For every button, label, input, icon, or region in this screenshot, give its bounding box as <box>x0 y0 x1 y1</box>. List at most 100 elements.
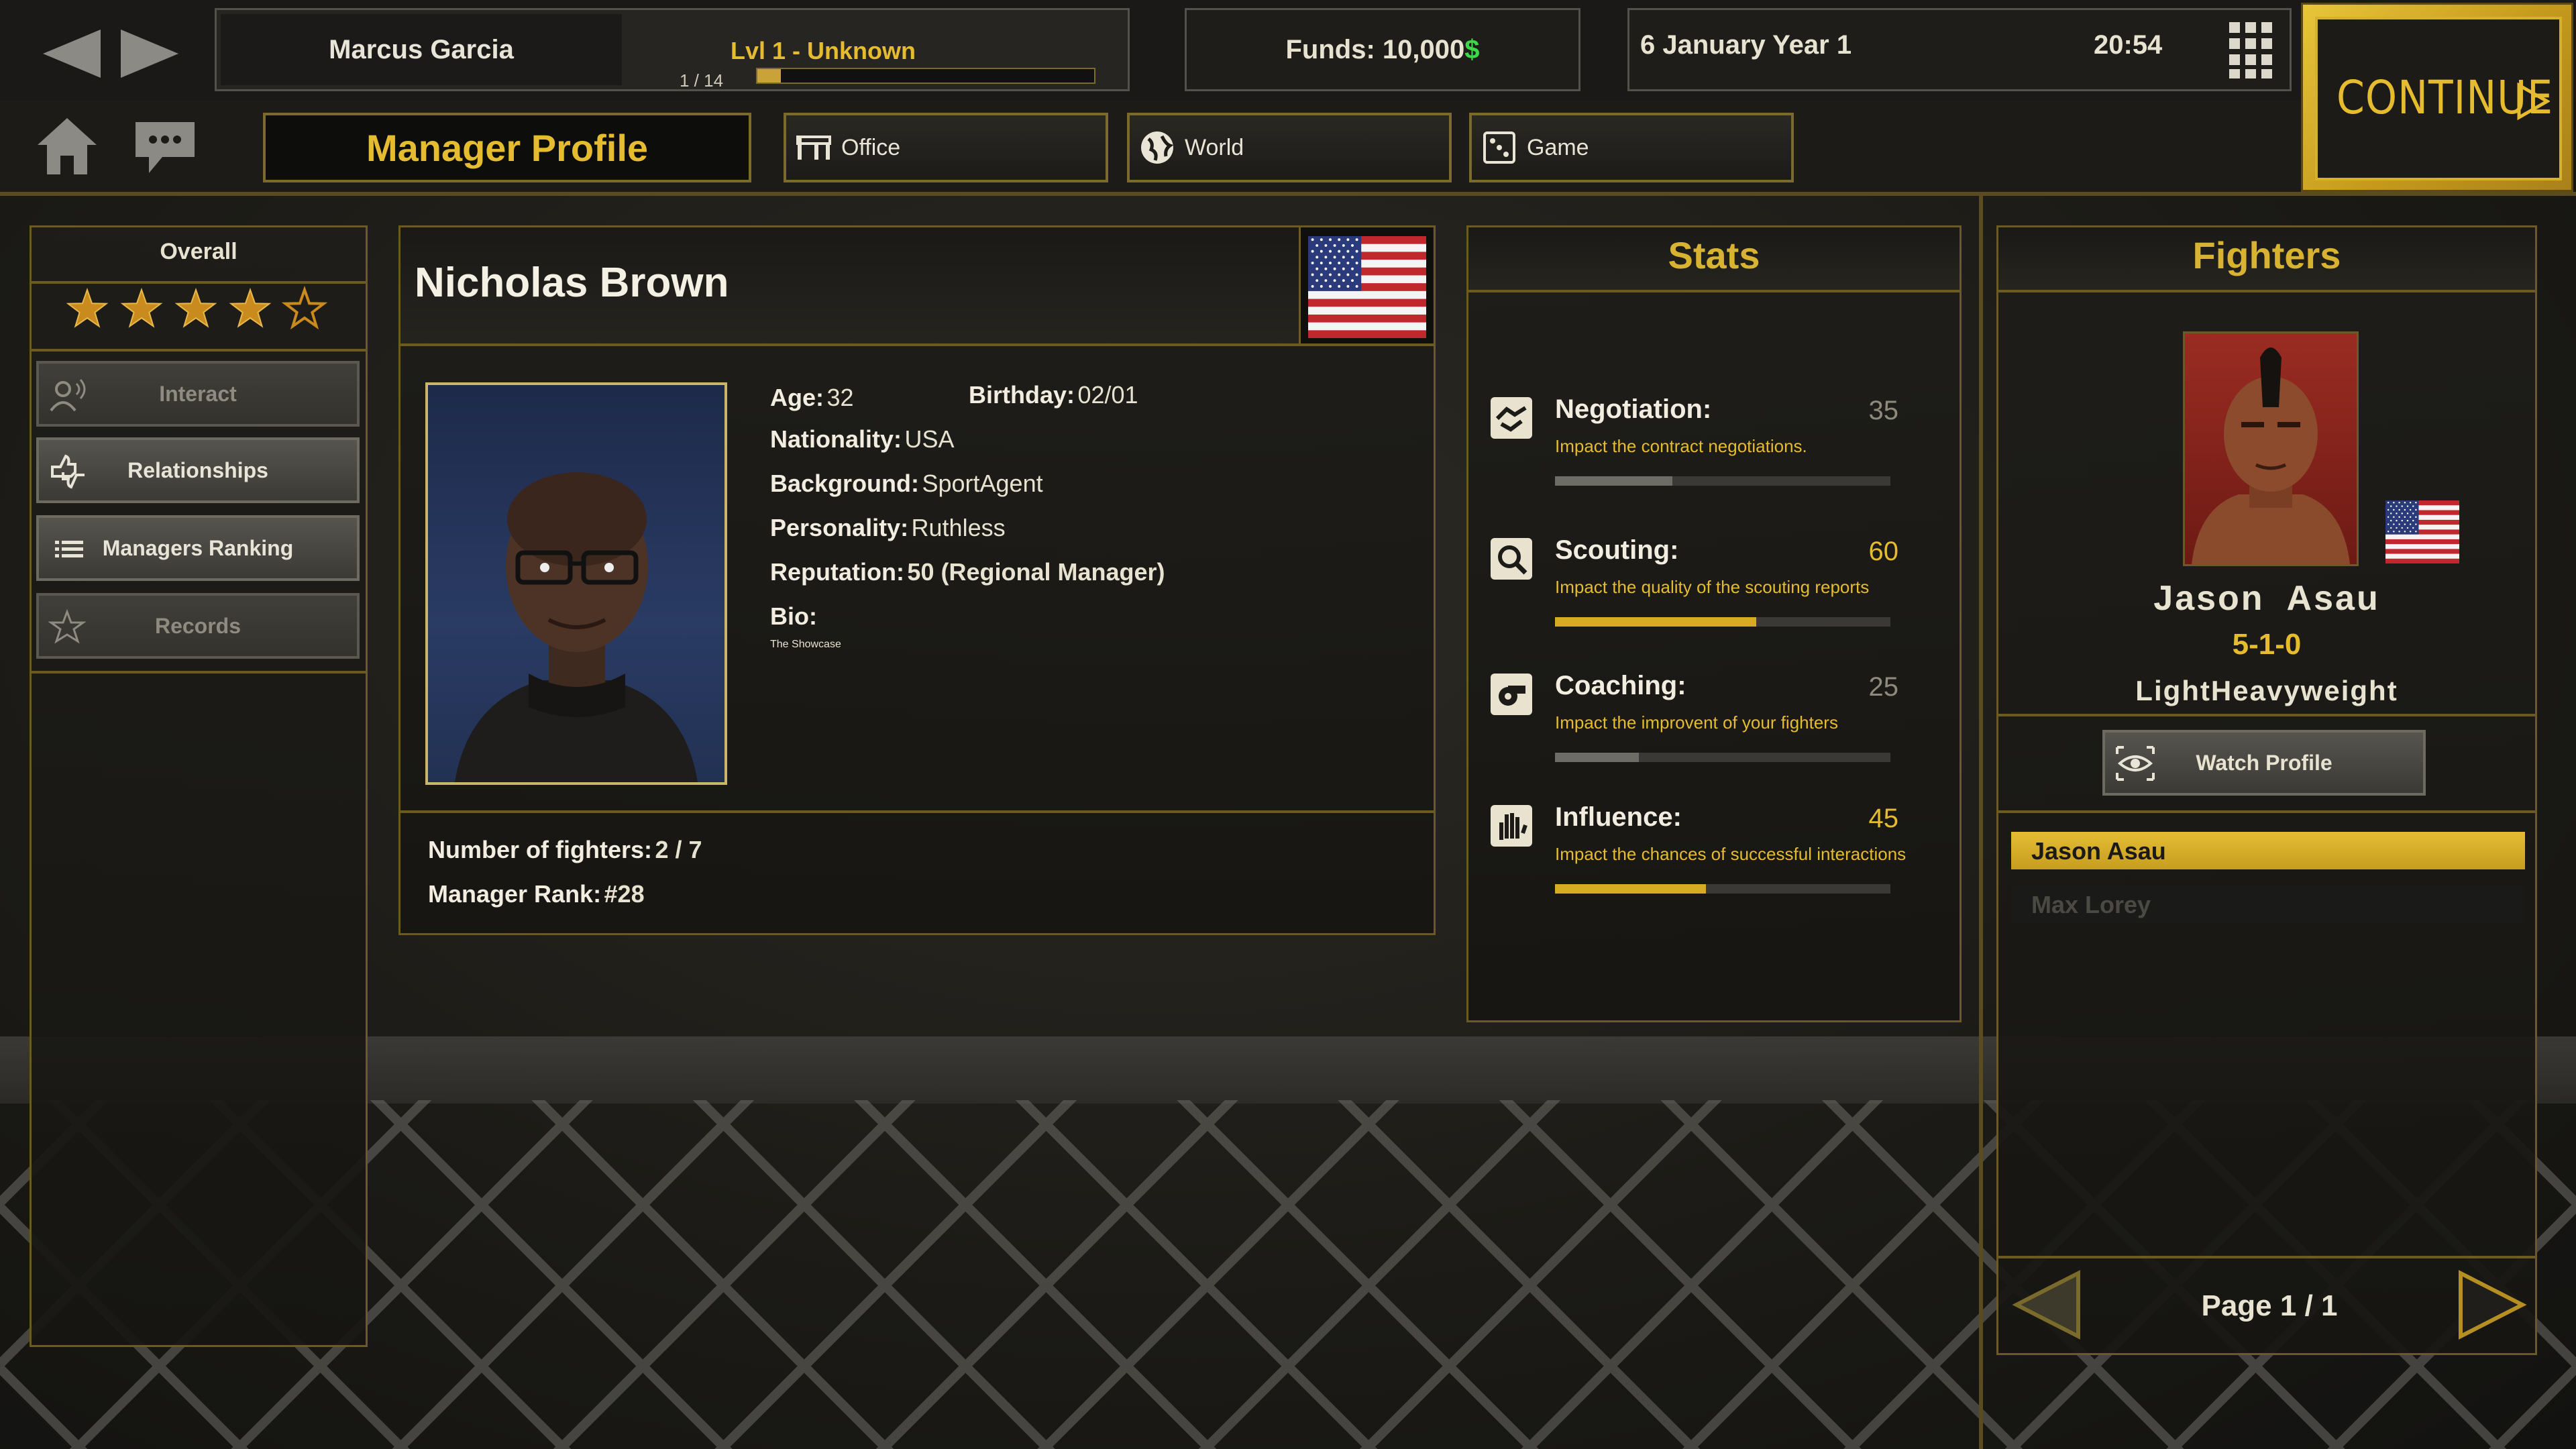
funds-label: Funds: 10,000 <box>1285 34 1465 64</box>
manager-rank-row: Manager Rank: #28 <box>428 880 645 908</box>
stat-description: Impact the improvent of your fighters <box>1555 712 1838 733</box>
watch-profile-button[interactable]: Watch Profile <box>2102 730 2426 796</box>
prev-page-button[interactable] <box>2011 1269 2085 1342</box>
fighter-portrait <box>2183 331 2359 566</box>
star-filled-icon <box>66 287 109 328</box>
manager-portrait <box>425 382 727 785</box>
play-icon <box>2517 83 2550 120</box>
sidebar-item-managers-ranking[interactable]: Managers Ranking <box>36 515 360 581</box>
stat-value: 35 <box>1868 396 1899 425</box>
triangle-right-icon <box>2459 1270 2527 1340</box>
reputation-row: Reputation: 50 (Regional Manager) <box>770 558 1165 586</box>
reputation-value: 50 (Regional Manager) <box>907 558 1165 586</box>
sidebar-item-label: Interact <box>159 381 237 406</box>
manager-header: Marcus Garcia Lvl 1 - Unknown 1 / 14 <box>215 8 1130 91</box>
star-outline-icon <box>48 608 87 644</box>
personality-row: Personality: Ruthless <box>770 514 1006 542</box>
fighter-list-item[interactable]: Max Lorey <box>2011 885 2525 923</box>
stat-description: Impact the contract negotiations. <box>1555 436 1807 456</box>
forward-arrow-button[interactable] <box>121 27 181 80</box>
calendar-grid-button[interactable] <box>2228 21 2276 81</box>
tab-game[interactable]: Game <box>1469 113 1794 182</box>
tab-world[interactable]: World <box>1127 113 1452 182</box>
date-label: 6 January Year 1 <box>1640 30 1852 60</box>
birthday-label: Birthday: <box>969 381 1075 409</box>
arrow-left-icon <box>43 30 101 78</box>
fighters-count-label: Number of fighters: <box>428 836 653 863</box>
fighter-manager-name: Nicholas Brown <box>415 260 729 306</box>
tab-office[interactable]: Office <box>784 113 1108 182</box>
birthday-value: 02/01 <box>1077 381 1138 409</box>
fighter-first-name: Jason <box>2153 579 2265 618</box>
chat-button[interactable] <box>131 115 199 180</box>
level-label: Lvl 1 - Unknown <box>730 37 916 64</box>
continue-button[interactable]: CONTINUE <box>2301 3 2573 192</box>
triangle-left-icon <box>2012 1270 2080 1340</box>
speaking-person-icon <box>50 379 86 412</box>
eye-icon <box>2116 746 2155 781</box>
personality-value: Ruthless <box>911 514 1006 541</box>
birthday-row: Birthday: 02/01 <box>969 381 1138 409</box>
fighters-count-value: 2 / 7 <box>655 836 702 863</box>
tab-game-label: Game <box>1527 134 1589 160</box>
stat-bar <box>1555 884 1890 894</box>
next-page-button[interactable] <box>2454 1269 2528 1342</box>
handshake-icon <box>1491 397 1532 439</box>
fighter-avatar-image <box>2192 347 2350 564</box>
manager-avatar-image <box>455 472 698 782</box>
rating-stars <box>64 285 333 333</box>
sidebar-item-label: Relationships <box>127 458 268 482</box>
background-value: SportAgent <box>922 470 1043 497</box>
fighter-name: Jason Asau <box>1996 578 2537 619</box>
star-filled-icon <box>120 287 163 328</box>
stat-value: 25 <box>1868 672 1899 702</box>
manager-rank-label: Manager Rank: <box>428 880 602 908</box>
fighter-list-item-selected[interactable]: Jason Asau <box>2011 832 2525 869</box>
stats-title: Stats <box>1668 234 1760 276</box>
funds-box: Funds: 10,000 $ <box>1185 8 1580 91</box>
office-icon <box>796 129 832 166</box>
sidebar-item-label: Managers Ranking <box>102 535 294 560</box>
sidebar-item-interact[interactable]: Interact <box>36 361 360 427</box>
xp-bar <box>756 68 1095 84</box>
sidebar-item-records[interactable]: Records <box>36 593 360 659</box>
star-filled-icon <box>229 287 272 328</box>
nav-divider <box>0 192 2576 196</box>
bio-label: Bio: <box>770 602 817 630</box>
fighters-count-row: Number of fighters: 2 / 7 <box>428 836 702 864</box>
usa-flag-icon <box>2385 500 2459 564</box>
manager-rank-value: #28 <box>604 880 645 908</box>
usa-flag-icon <box>1308 236 1426 338</box>
fighter-last-name: Asau <box>2286 579 2380 618</box>
xp-bar-fill <box>757 69 782 83</box>
star-rating-icons <box>66 285 328 330</box>
background-row: Background: SportAgent <box>770 470 1043 498</box>
fighter-weight-class: LightHeavyweight <box>2135 675 2398 706</box>
magnifier-icon <box>1491 538 1532 580</box>
stat-bar <box>1555 753 1890 762</box>
reputation-label: Reputation: <box>770 558 904 586</box>
background-label: Background: <box>770 470 920 497</box>
xp-count: 1 / 14 <box>680 70 724 91</box>
watch-profile-label: Watch Profile <box>2196 750 2332 775</box>
right-divider <box>1979 196 1983 1449</box>
sidebar-item-relationships[interactable]: Relationships <box>36 437 360 503</box>
stat-name: Negotiation: <box>1555 394 1712 424</box>
thumbs-up-down-icon <box>51 454 85 489</box>
age-label: Age: <box>770 384 824 411</box>
stat-description: Impact the quality of the scouting repor… <box>1555 577 1870 597</box>
time-label: 20:54 <box>2094 30 2163 60</box>
fighter-record: 5-1-0 <box>2232 628 2302 661</box>
stat-bar-fill <box>1555 476 1672 486</box>
grid-icon <box>2229 22 2272 78</box>
home-button[interactable] <box>34 114 101 178</box>
funds-currency: $ <box>1464 34 1480 64</box>
age-row: Age: 32 <box>770 384 854 412</box>
stat-bar-fill <box>1555 884 1706 894</box>
dice-icon <box>1481 129 1517 166</box>
stat-value: 45 <box>1868 804 1899 833</box>
manager-name: Marcus Garcia <box>221 14 622 85</box>
bio-text: The Showcase <box>770 639 841 650</box>
back-arrow-button[interactable] <box>40 27 101 80</box>
hand-icon <box>1491 805 1532 847</box>
